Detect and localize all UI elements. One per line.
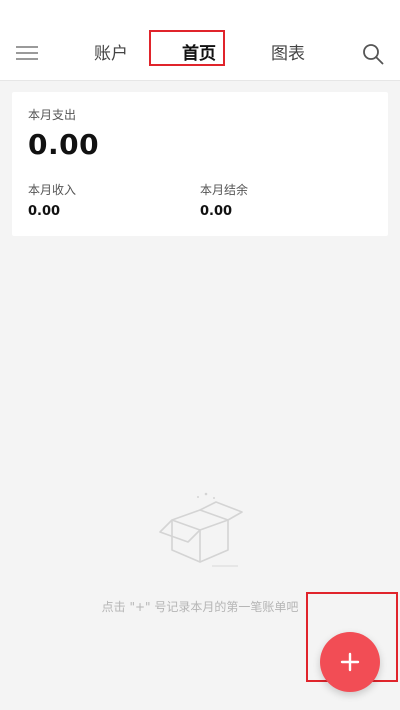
income-label: 本月收入 (28, 183, 77, 197)
balance-label: 本月结余 (200, 183, 249, 197)
expense-label: 本月支出 (28, 108, 77, 122)
balance-value: 0.00 (200, 204, 233, 219)
top-navigation-bar: 账户 首页 图表 (0, 0, 400, 81)
hamburger-menu-icon[interactable] (16, 44, 38, 62)
add-record-button[interactable] (320, 632, 380, 692)
search-icon[interactable] (362, 43, 384, 65)
empty-box-icon (159, 492, 243, 567)
tab-home-highlight-box (149, 30, 225, 66)
plus-icon (340, 652, 360, 672)
tab-accounts[interactable]: 账户 (94, 42, 128, 66)
expense-value: 0.00 (28, 128, 100, 161)
monthly-summary-card[interactable]: 本月支出 0.00 本月收入 0.00 本月结余 0.00 (12, 92, 388, 236)
income-value: 0.00 (28, 204, 61, 219)
tab-charts[interactable]: 图表 (271, 42, 305, 66)
